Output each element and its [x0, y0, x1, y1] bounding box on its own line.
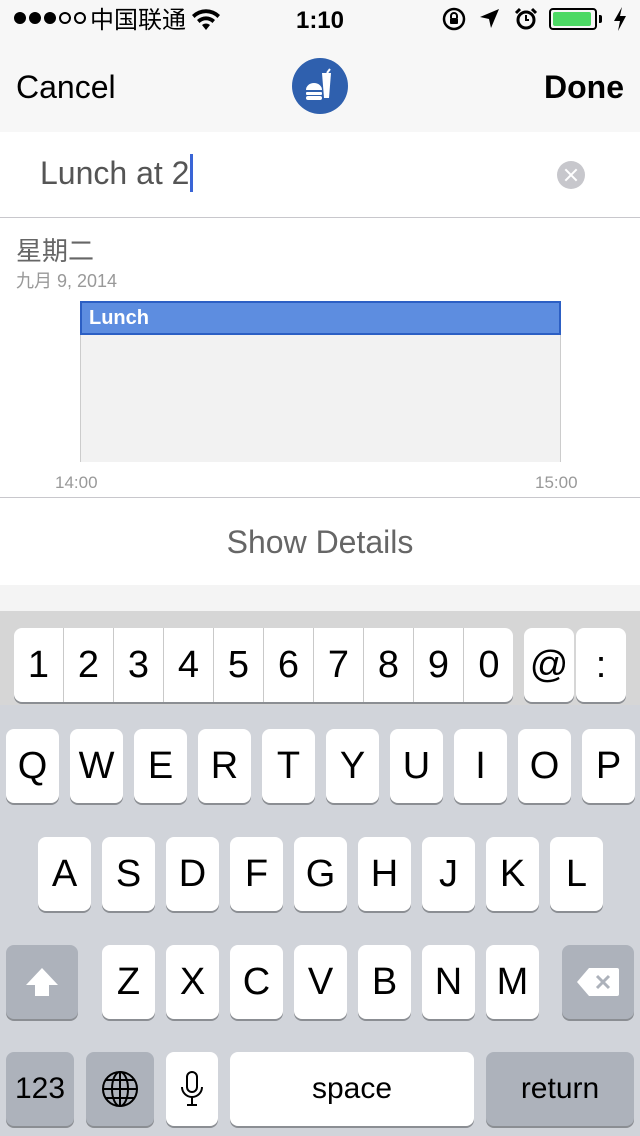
keyboard: 1 2 3 4 5 6 7 8 9 0 @ : Q W E R T Y U I …	[0, 611, 640, 1136]
key-at[interactable]: @	[524, 628, 574, 702]
number-keys-group: 1 2 3 4 5 6 7 8 9 0	[14, 628, 513, 702]
charging-bolt-icon	[614, 7, 626, 31]
key-1[interactable]: 1	[14, 628, 64, 702]
key-b[interactable]: B	[358, 945, 411, 1019]
key-k[interactable]: K	[486, 837, 539, 911]
key-f[interactable]: F	[230, 837, 283, 911]
key-a[interactable]: A	[38, 837, 91, 911]
text-cursor	[190, 153, 194, 192]
microphone-icon	[181, 1071, 203, 1106]
key-2[interactable]: 2	[64, 628, 114, 702]
key-6[interactable]: 6	[264, 628, 314, 702]
cancel-button[interactable]: Cancel	[16, 67, 116, 107]
key-3[interactable]: 3	[114, 628, 164, 702]
number-row: 1 2 3 4 5 6 7 8 9 0 @ :	[0, 611, 640, 705]
time-start-label: 14:00	[55, 473, 98, 492]
food-drink-icon	[306, 68, 331, 100]
event-block-label: Lunch	[89, 307, 149, 329]
day-preview: 星期二 九月 9, 2014 Lunch 14:00 15:00	[0, 218, 640, 498]
navigation-bar: Cancel Done	[0, 40, 640, 132]
key-7[interactable]: 7	[314, 628, 364, 702]
key-4[interactable]: 4	[164, 628, 214, 702]
event-block[interactable]: Lunch	[80, 301, 561, 335]
status-bar: 中国联通 1:10	[0, 0, 640, 40]
battery-tip	[599, 15, 602, 23]
key-colon[interactable]: :	[576, 628, 626, 702]
return-key[interactable]: return	[486, 1052, 634, 1126]
globe-key[interactable]	[86, 1052, 154, 1126]
key-w[interactable]: W	[70, 729, 123, 803]
key-i[interactable]: I	[454, 729, 507, 803]
status-icons	[441, 6, 628, 32]
rotation-lock-icon	[442, 7, 466, 31]
delete-key[interactable]	[562, 945, 634, 1019]
backspace-icon	[577, 968, 619, 996]
key-t[interactable]: T	[262, 729, 315, 803]
battery-icon	[549, 8, 597, 30]
key-c[interactable]: C	[230, 945, 283, 1019]
globe-icon	[102, 1071, 138, 1107]
section-divider	[0, 585, 640, 611]
key-5[interactable]: 5	[214, 628, 264, 702]
key-g[interactable]: G	[294, 837, 347, 911]
key-v[interactable]: V	[294, 945, 347, 1019]
event-title-field[interactable]: Lunch at 2	[0, 132, 640, 218]
event-title-input[interactable]: Lunch at 2	[40, 152, 194, 194]
key-p[interactable]: P	[582, 729, 635, 803]
key-x[interactable]: X	[166, 945, 219, 1019]
done-button[interactable]: Done	[544, 67, 624, 107]
key-o[interactable]: O	[518, 729, 571, 803]
key-8[interactable]: 8	[364, 628, 414, 702]
event-title-value: Lunch at 2	[40, 155, 190, 191]
key-z[interactable]: Z	[102, 945, 155, 1019]
key-e[interactable]: E	[134, 729, 187, 803]
clear-text-button[interactable]	[557, 161, 585, 189]
numbers-key[interactable]: 123	[6, 1052, 74, 1126]
date-label: 九月 9, 2014	[16, 271, 118, 291]
event-category-badge	[292, 58, 348, 114]
time-end-label: 15:00	[535, 473, 578, 492]
key-9[interactable]: 9	[414, 628, 464, 702]
key-q[interactable]: Q	[6, 729, 59, 803]
key-h[interactable]: H	[358, 837, 411, 911]
key-r[interactable]: R	[198, 729, 251, 803]
alarm-icon	[514, 7, 538, 30]
shift-icon	[26, 968, 58, 996]
dictation-key[interactable]	[166, 1052, 218, 1126]
space-key[interactable]: space	[230, 1052, 474, 1126]
shift-key[interactable]	[6, 945, 78, 1019]
key-d[interactable]: D	[166, 837, 219, 911]
show-details-button[interactable]: Show Details	[0, 499, 640, 585]
key-y[interactable]: Y	[326, 729, 379, 803]
location-arrow-icon	[480, 9, 499, 28]
key-s[interactable]: S	[102, 837, 155, 911]
key-0[interactable]: 0	[464, 628, 514, 702]
key-n[interactable]: N	[422, 945, 475, 1019]
weekday-label: 星期二	[16, 236, 95, 266]
key-l[interactable]: L	[550, 837, 603, 911]
key-j[interactable]: J	[422, 837, 475, 911]
key-u[interactable]: U	[390, 729, 443, 803]
details-row: Show Details	[0, 499, 640, 585]
key-m[interactable]: M	[486, 945, 539, 1019]
